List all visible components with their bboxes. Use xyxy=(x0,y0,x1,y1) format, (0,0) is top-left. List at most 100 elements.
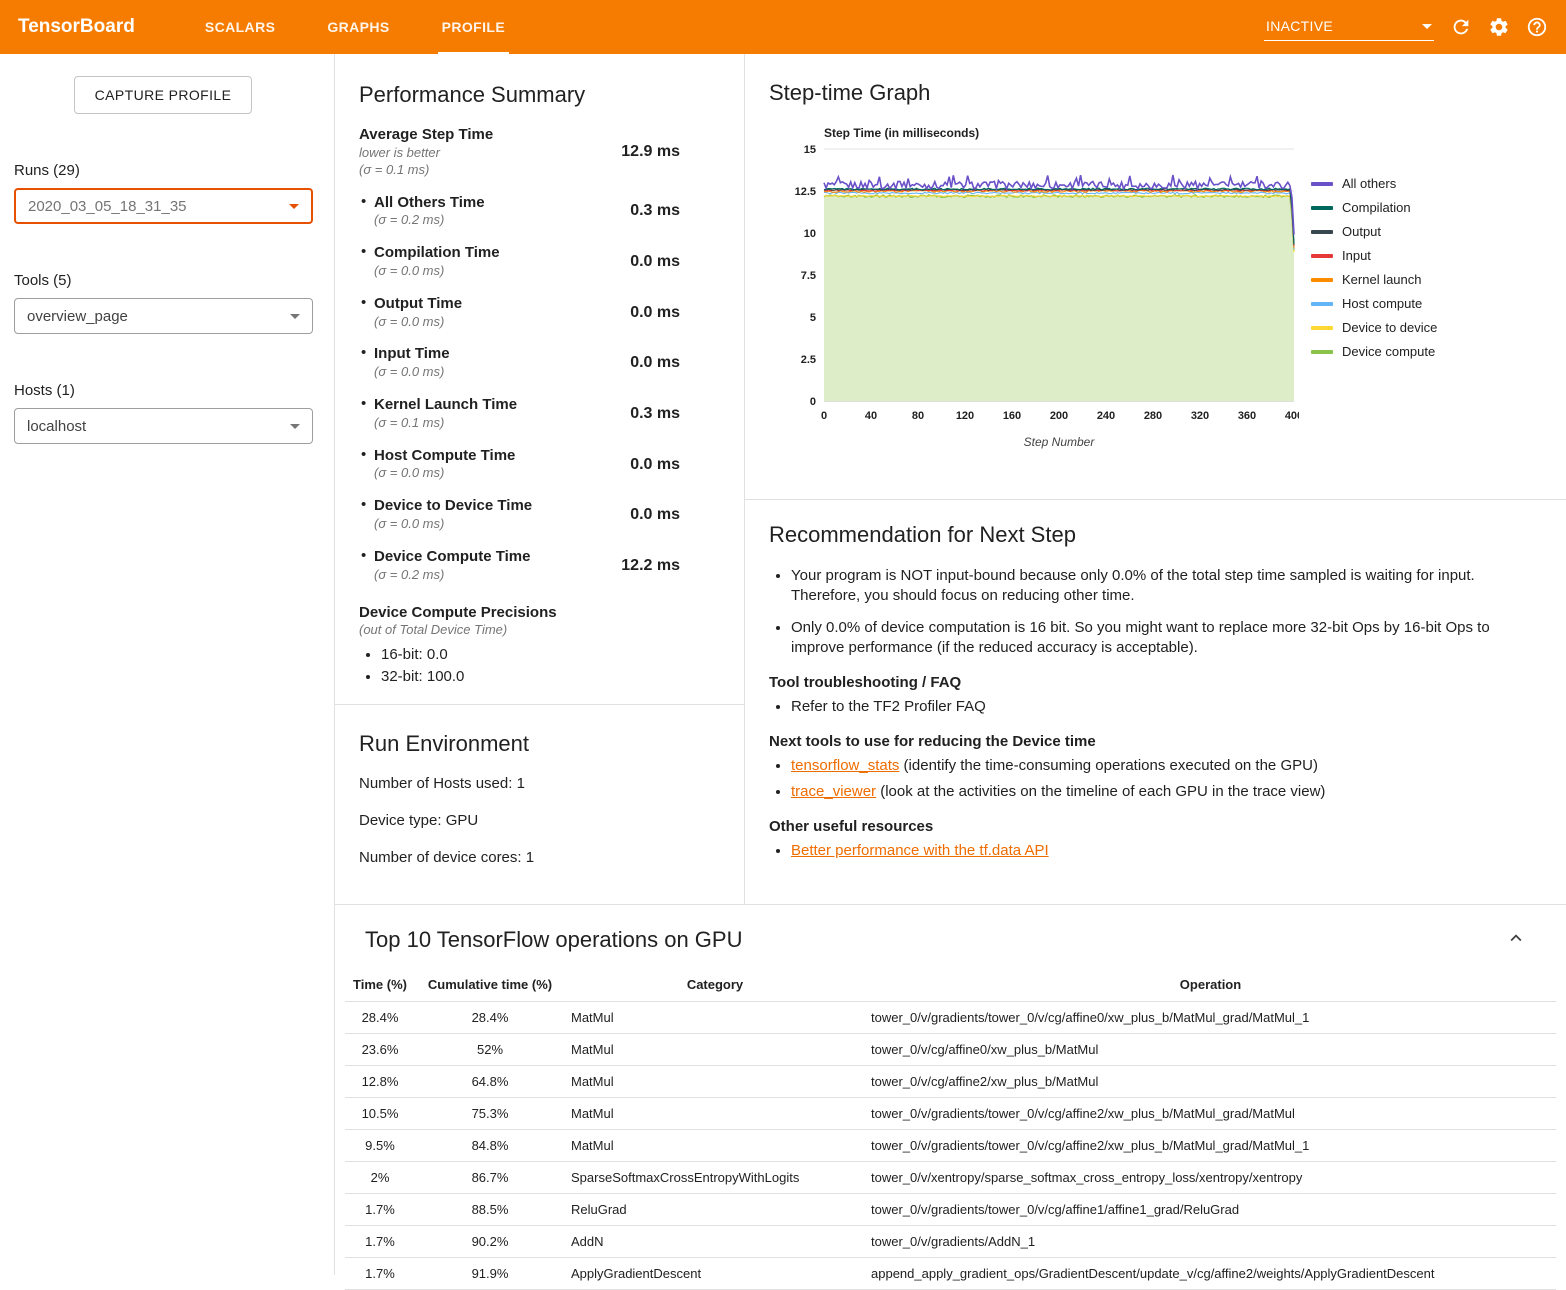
chart-legend: All othersCompilationOutputInputKernel l… xyxy=(1311,176,1437,459)
legend-item: Output xyxy=(1311,224,1437,239)
svg-text:120: 120 xyxy=(956,410,974,422)
svg-text:80: 80 xyxy=(912,410,924,422)
tool-link[interactable]: tensorflow_stats xyxy=(791,757,899,774)
legend-label: Device compute xyxy=(1342,344,1435,359)
legend-label: Kernel launch xyxy=(1342,272,1422,287)
perf-summary-items: All Others Time(σ = 0.2 ms)0.3 ms Compila… xyxy=(359,194,720,584)
legend-swatch-icon xyxy=(1311,206,1333,210)
hosts-select[interactable]: localhost xyxy=(14,408,313,444)
legend-label: Compilation xyxy=(1342,200,1411,215)
precision-item: 16-bit: 0.0 xyxy=(381,646,720,663)
svg-text:280: 280 xyxy=(1144,410,1162,422)
top-ops-table: Time (%)Cumulative time (%)CategoryOpera… xyxy=(345,968,1556,1290)
perf-item-label: Device Compute Time xyxy=(374,548,530,567)
perf-summary-item: All Others Time(σ = 0.2 ms)0.3 ms xyxy=(359,194,720,230)
refresh-button[interactable] xyxy=(1450,16,1472,38)
perf-item-sigma: (σ = 0.1 ms) xyxy=(374,415,517,432)
performance-summary-panel: Performance Summary Average Step Time lo… xyxy=(335,54,744,705)
perf-item-sigma: (σ = 0.0 ms) xyxy=(374,465,515,482)
operation-cell: tower_0/v/gradients/tower_0/v/cg/affine0… xyxy=(865,1002,1556,1034)
table-row: 28.4%28.4%MatMultower_0/v/gradients/towe… xyxy=(345,1002,1556,1034)
perf-item-label-block: Compilation Time(σ = 0.0 ms) xyxy=(359,244,500,280)
help-button[interactable] xyxy=(1526,16,1548,38)
settings-button[interactable] xyxy=(1488,16,1510,38)
perf-summary-item: Output Time(σ = 0.0 ms) 0.0 ms xyxy=(359,295,720,331)
perf-summary-item: Device to Device Time(σ = 0.0 ms)0.0 ms xyxy=(359,497,720,533)
table-row: 10.5%75.3%MatMultower_0/v/gradients/towe… xyxy=(345,1098,1556,1130)
cumulative-cell: 75.3% xyxy=(415,1098,565,1130)
nav-tabs: SCALARS GRAPHS PROFILE xyxy=(179,0,531,54)
perf-item-sigma: (σ = 0.2 ms) xyxy=(374,212,485,229)
perf-summary-item: Host Compute Time(σ = 0.0 ms) 0.0 ms xyxy=(359,447,720,483)
step-time-chart: 02.557.51012.515040801201602002402803203… xyxy=(779,124,1299,459)
table-row: 2%86.7%SparseSoftmaxCrossEntropyWithLogi… xyxy=(345,1162,1556,1194)
recommendation-title: Recommendation for Next Step xyxy=(769,522,1542,548)
perf-item-value: 0.0 ms xyxy=(630,456,720,474)
legend-label: Host compute xyxy=(1342,296,1422,311)
tab-profile[interactable]: PROFILE xyxy=(416,0,531,54)
svg-text:160: 160 xyxy=(1003,410,1021,422)
svg-text:0: 0 xyxy=(821,410,827,422)
collapse-section-button[interactable] xyxy=(1501,923,1531,956)
tab-scalars[interactable]: SCALARS xyxy=(179,0,301,54)
legend-swatch-icon xyxy=(1311,350,1333,354)
svg-text:320: 320 xyxy=(1191,410,1209,422)
time-cell: 10.5% xyxy=(345,1098,415,1130)
time-cell: 28.4% xyxy=(345,1002,415,1034)
run-status-select[interactable]: INACTIVE xyxy=(1264,13,1434,41)
tool-link[interactable]: trace_viewer xyxy=(791,783,876,800)
runs-select[interactable]: 2020_03_05_18_31_35 xyxy=(14,188,313,224)
table-row: 9.5%84.8%MatMultower_0/v/gradients/tower… xyxy=(345,1130,1556,1162)
next-tool-item: tensorflow_stats (identify the time-cons… xyxy=(791,755,1542,776)
perf-item-label-block: Device to Device Time(σ = 0.0 ms) xyxy=(359,497,532,533)
svg-text:5: 5 xyxy=(810,312,816,324)
average-step-time-note: lower is better xyxy=(359,145,493,162)
perf-item-value: 0.3 ms xyxy=(630,405,720,423)
svg-text:10: 10 xyxy=(804,228,816,240)
tab-graphs[interactable]: GRAPHS xyxy=(301,0,415,54)
legend-item: Compilation xyxy=(1311,200,1437,215)
category-cell: SparseSoftmaxCrossEntropyWithLogits xyxy=(565,1162,865,1194)
operation-cell: tower_0/v/gradients/tower_0/v/cg/affine2… xyxy=(865,1098,1556,1130)
perf-item-label-block: Host Compute Time(σ = 0.0 ms) xyxy=(359,447,515,483)
perf-item-sigma: (σ = 0.2 ms) xyxy=(374,567,530,584)
faq-item: Refer to the TF2 Profiler FAQ xyxy=(791,696,1542,717)
cumulative-cell: 90.2% xyxy=(415,1226,565,1258)
perf-item-sigma: (σ = 0.0 ms) xyxy=(374,263,500,280)
time-cell: 9.5% xyxy=(345,1130,415,1162)
capture-profile-button[interactable]: CAPTURE PROFILE xyxy=(74,76,253,114)
category-cell: MatMul xyxy=(565,1130,865,1162)
precision-item: 32-bit: 100.0 xyxy=(381,668,720,685)
category-cell: MatMul xyxy=(565,1098,865,1130)
cumulative-cell: 91.9% xyxy=(415,1258,565,1290)
tool-link-suffix: (identify the time-consuming operations … xyxy=(899,757,1318,774)
app-title[interactable]: TensorBoard xyxy=(0,0,179,54)
chevron-down-icon xyxy=(1422,24,1432,29)
header-actions: INACTIVE xyxy=(1264,0,1566,54)
overview-top: Performance Summary Average Step Time lo… xyxy=(335,54,1566,905)
hosts-label: Hosts (1) xyxy=(14,382,312,399)
table-row: 1.7%91.9%ApplyGradientDescentappend_appl… xyxy=(345,1258,1556,1290)
legend-swatch-icon xyxy=(1311,182,1333,186)
faq-list: Refer to the TF2 Profiler FAQ xyxy=(791,696,1542,717)
app-header: TensorBoard SCALARS GRAPHS PROFILE INACT… xyxy=(0,0,1566,54)
perf-item-label-block: Output Time(σ = 0.0 ms) xyxy=(359,295,462,331)
operation-cell: tower_0/v/cg/affine2/xw_plus_b/MatMul xyxy=(865,1066,1556,1098)
cumulative-cell: 64.8% xyxy=(415,1066,565,1098)
tools-select[interactable]: overview_page xyxy=(14,298,313,334)
tools-label: Tools (5) xyxy=(14,272,312,289)
perf-item-sigma: (σ = 0.0 ms) xyxy=(374,364,450,381)
table-row: 1.7%90.2%AddNtower_0/v/gradients/AddN_1 xyxy=(345,1226,1556,1258)
table-header-row: Time (%)Cumulative time (%)CategoryOpera… xyxy=(345,968,1556,1002)
refresh-icon xyxy=(1450,16,1472,38)
perf-item-value: 0.0 ms xyxy=(630,354,720,372)
operation-cell: tower_0/v/gradients/tower_0/v/cg/affine2… xyxy=(865,1130,1556,1162)
perf-item-label: Input Time xyxy=(374,345,450,364)
cumulative-cell: 86.7% xyxy=(415,1162,565,1194)
run-environment-lines: Number of Hosts used: 1Device type: GPUN… xyxy=(359,775,720,866)
perf-item-value: 0.0 ms xyxy=(630,304,720,322)
next-tools-list: tensorflow_stats (identify the time-cons… xyxy=(791,755,1542,802)
svg-text:7.5: 7.5 xyxy=(801,270,816,282)
legend-label: Input xyxy=(1342,248,1371,263)
resource-link[interactable]: Better performance with the tf.data API xyxy=(791,842,1049,859)
